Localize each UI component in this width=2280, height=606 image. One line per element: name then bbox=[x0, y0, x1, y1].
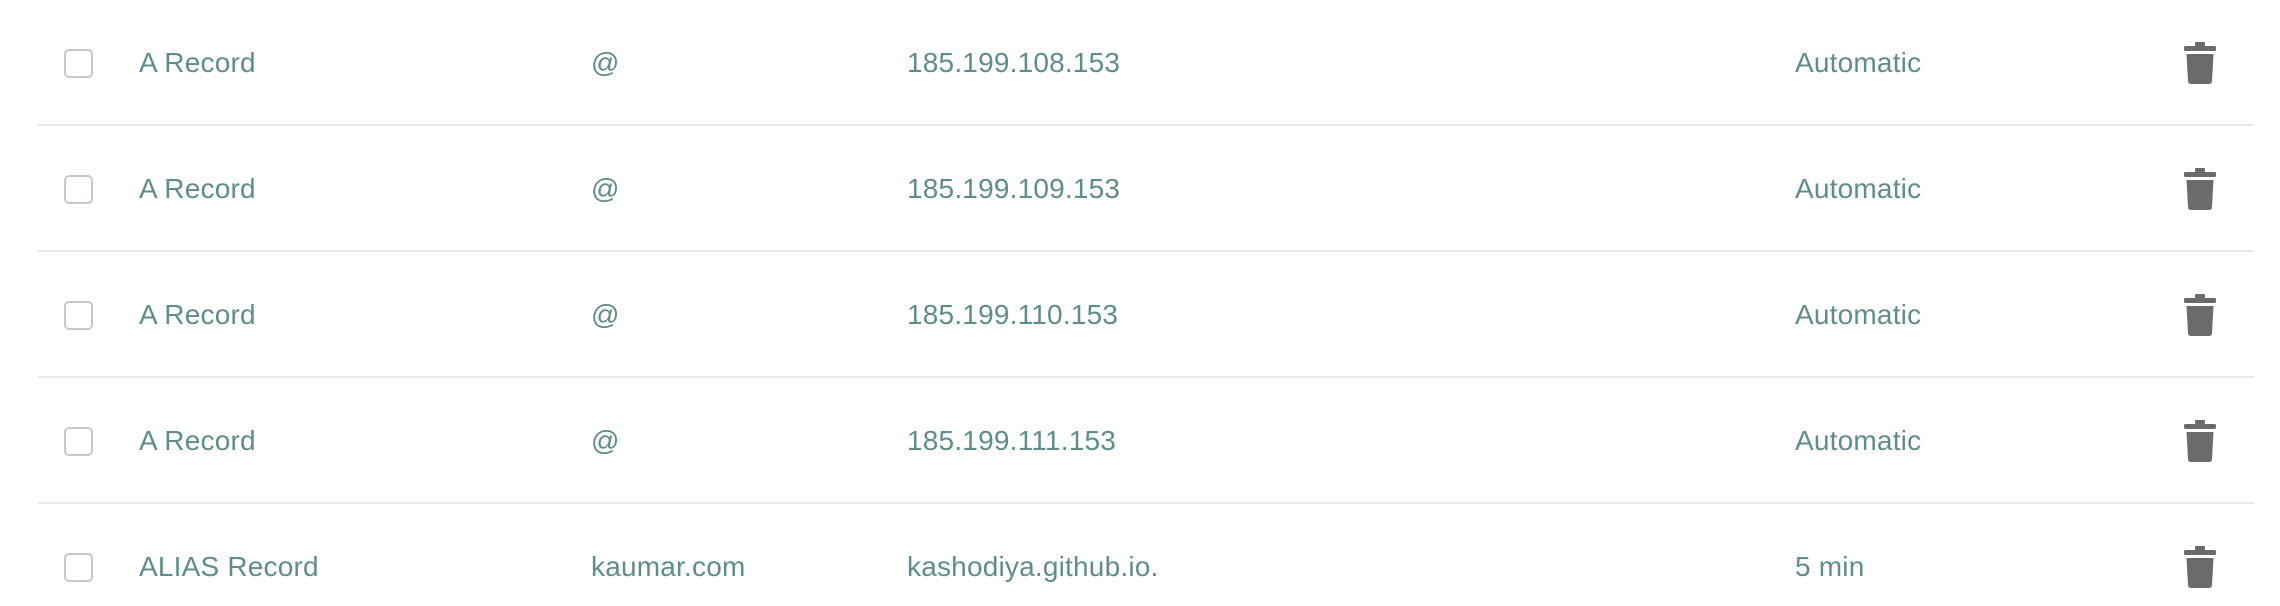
table-row: A Record @ 185.199.109.153 Automatic bbox=[0, 126, 2280, 252]
record-host: @ bbox=[591, 425, 620, 456]
record-host: @ bbox=[591, 47, 620, 78]
table-row: A Record @ 185.199.108.153 Automatic bbox=[0, 0, 2280, 126]
record-value: kashodiya.github.io. bbox=[907, 551, 1159, 582]
record-ttl: Automatic bbox=[1795, 47, 1922, 78]
trash-icon[interactable] bbox=[2184, 168, 2216, 210]
dns-records-table: A Record @ 185.199.108.153 Automatic A R… bbox=[0, 0, 2280, 606]
record-ttl: 5 min bbox=[1795, 551, 1865, 582]
row-checkbox[interactable] bbox=[64, 300, 93, 330]
record-value: 185.199.111.153 bbox=[907, 425, 1117, 456]
row-checkbox[interactable] bbox=[64, 552, 93, 582]
record-ttl: Automatic bbox=[1795, 173, 1922, 204]
record-value: 185.199.109.153 bbox=[907, 173, 1121, 204]
record-value: 185.199.110.153 bbox=[907, 299, 1119, 330]
record-type: A Record bbox=[139, 425, 256, 456]
record-value: 185.199.108.153 bbox=[907, 47, 1121, 78]
row-checkbox[interactable] bbox=[64, 174, 93, 204]
row-checkbox[interactable] bbox=[64, 426, 93, 456]
record-type: A Record bbox=[139, 173, 256, 204]
record-host: @ bbox=[591, 173, 620, 204]
record-ttl: Automatic bbox=[1795, 299, 1922, 330]
trash-icon[interactable] bbox=[2184, 42, 2216, 84]
table-row: A Record @ 185.199.111.153 Automatic bbox=[0, 378, 2280, 504]
trash-icon[interactable] bbox=[2184, 546, 2216, 588]
trash-icon[interactable] bbox=[2184, 420, 2216, 462]
trash-icon[interactable] bbox=[2184, 294, 2216, 336]
record-type: ALIAS Record bbox=[139, 551, 319, 582]
table-row: ALIAS Record kaumar.com kashodiya.github… bbox=[0, 504, 2280, 606]
record-host: kaumar.com bbox=[591, 551, 746, 582]
record-type: A Record bbox=[139, 47, 256, 78]
record-ttl: Automatic bbox=[1795, 425, 1922, 456]
record-type: A Record bbox=[139, 299, 256, 330]
table-row: A Record @ 185.199.110.153 Automatic bbox=[0, 252, 2280, 378]
record-host: @ bbox=[591, 299, 620, 330]
row-checkbox[interactable] bbox=[64, 48, 93, 78]
